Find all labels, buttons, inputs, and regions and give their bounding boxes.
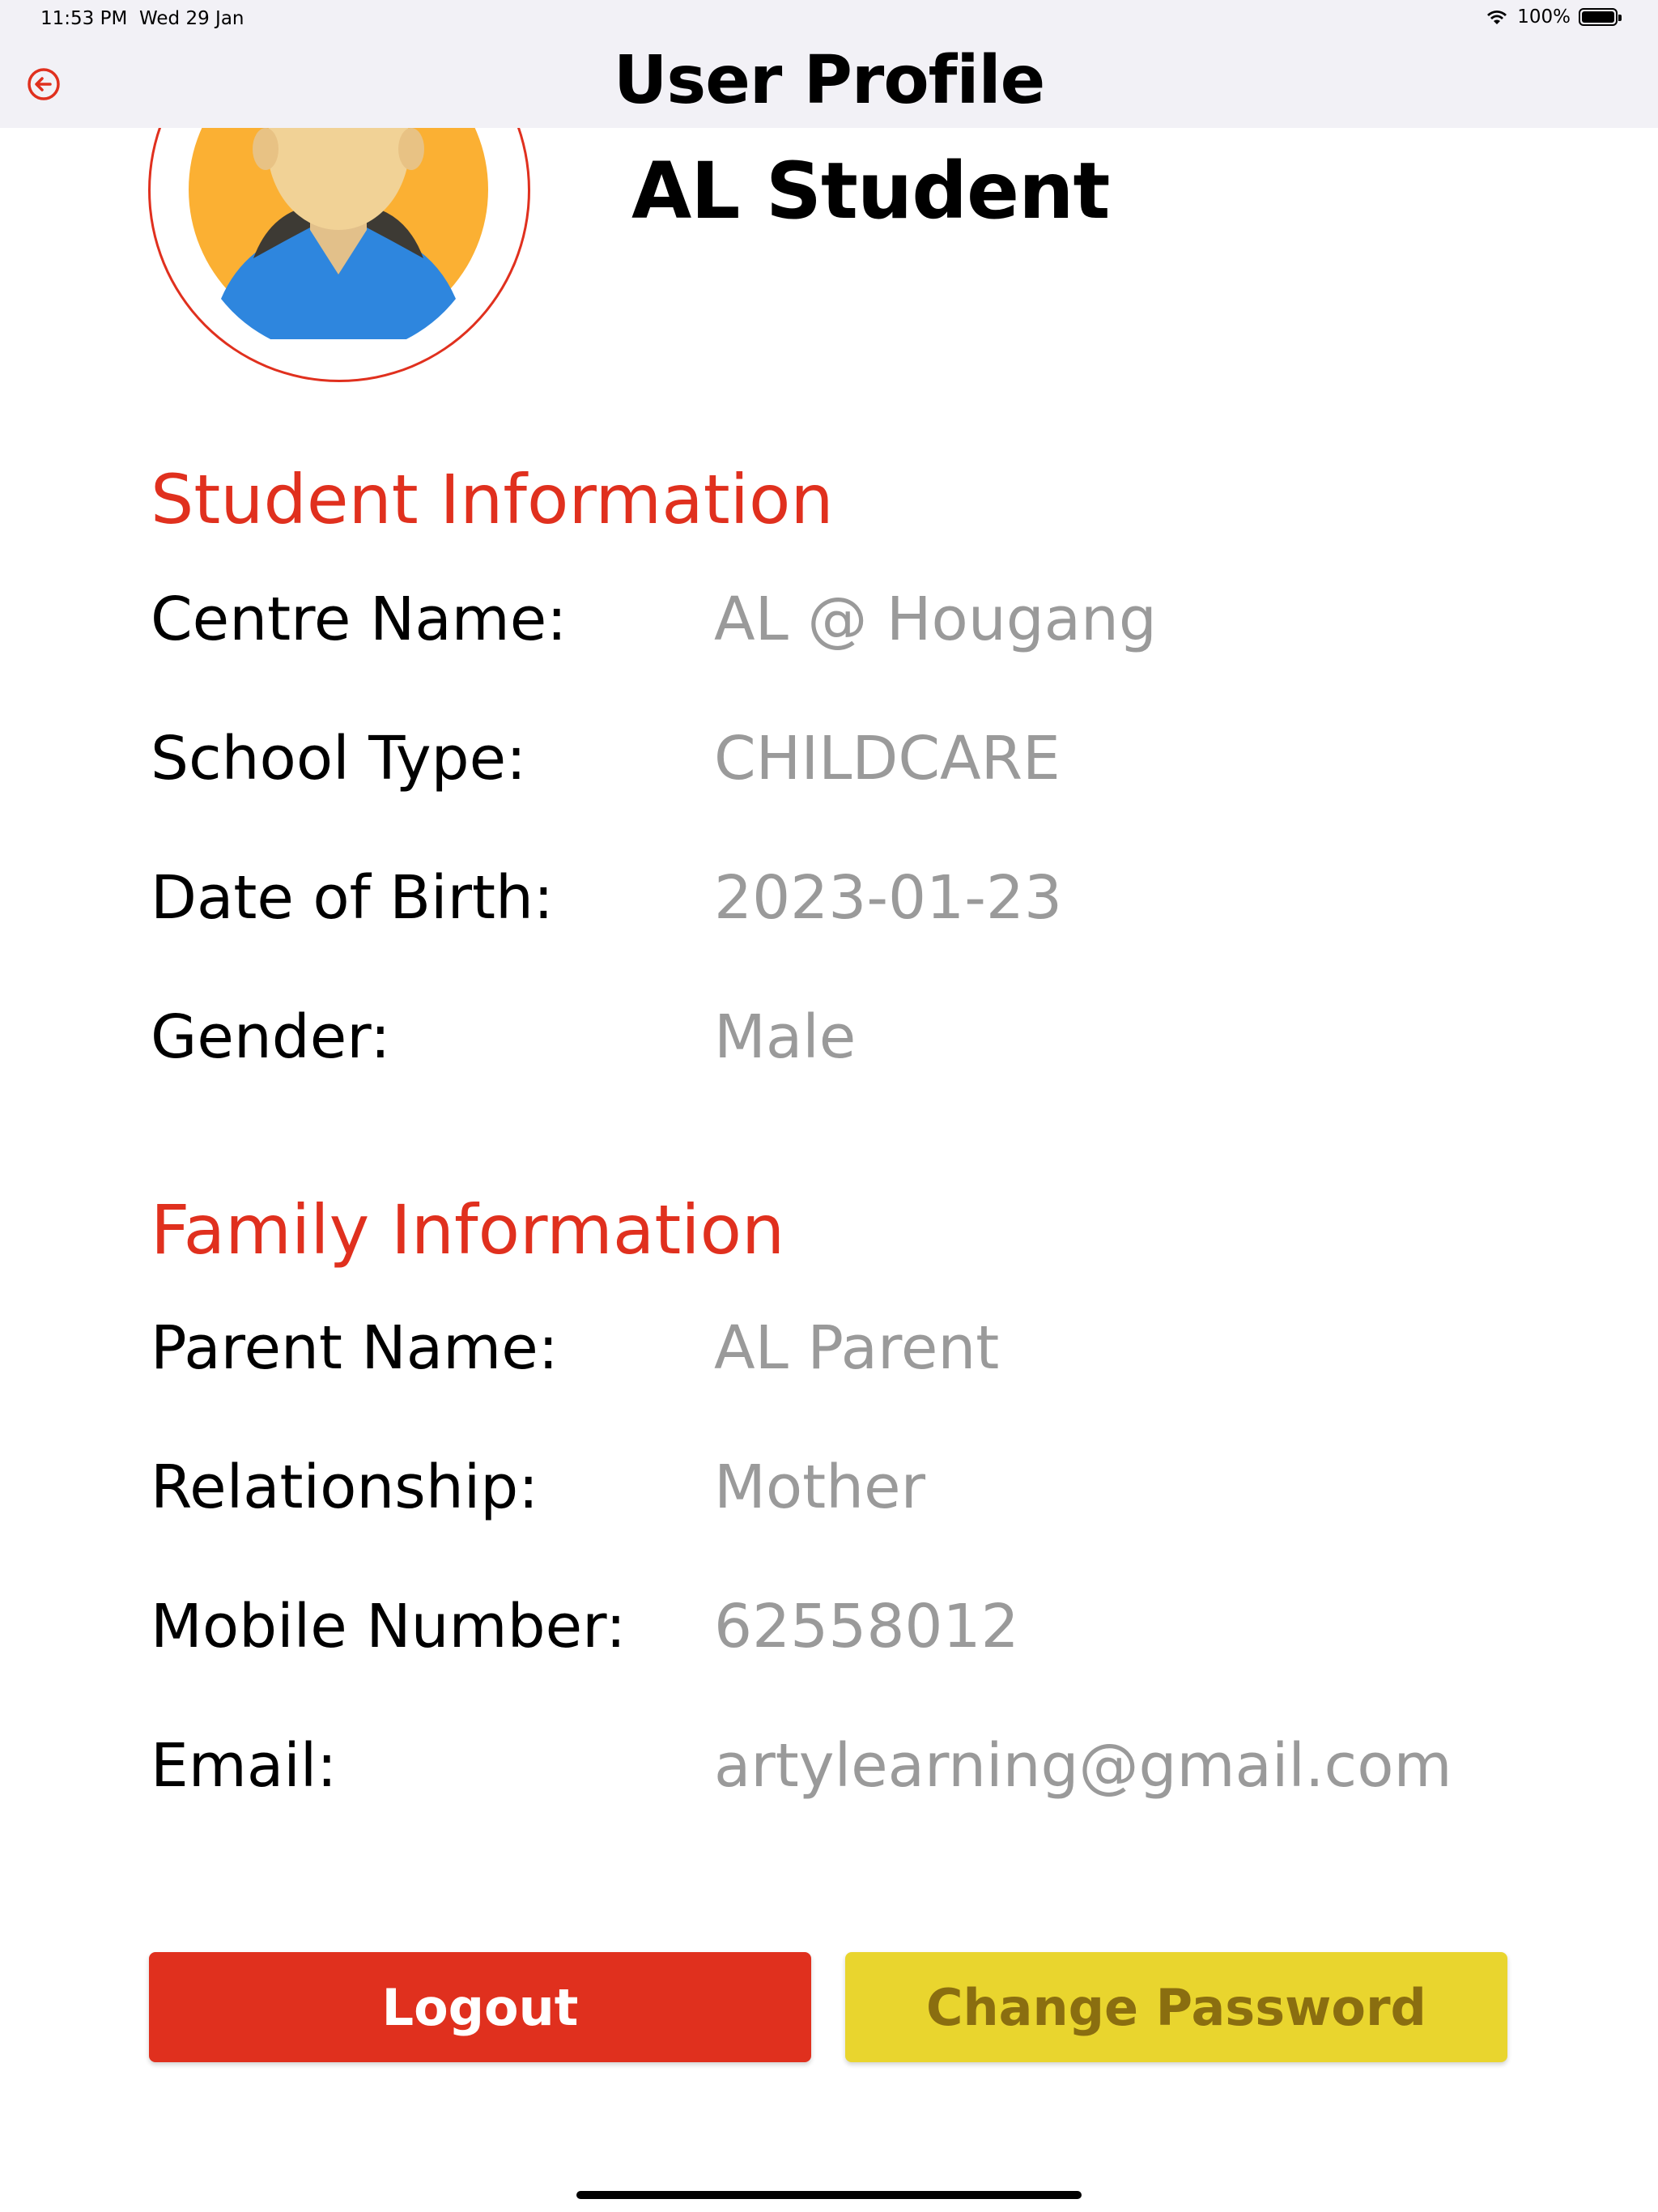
mobile-number-value: 62558012	[714, 1592, 1019, 1661]
centre-name-value: AL @ Hougang	[714, 585, 1157, 654]
status-indicators: 100%	[1485, 6, 1622, 28]
status-time: 11:53 PM	[40, 8, 128, 29]
parent-name-value: AL Parent	[714, 1313, 1000, 1383]
battery-icon	[1579, 8, 1622, 26]
battery-percentage: 100%	[1517, 6, 1571, 28]
student-name: AL Student	[631, 146, 1110, 236]
gender-label: Gender:	[151, 1002, 391, 1072]
email-value: artylearning@gmail.com	[714, 1731, 1452, 1801]
mobile-number-label: Mobile Number:	[151, 1592, 627, 1661]
gender-value: Male	[714, 1002, 857, 1072]
date-of-birth-label: Date of Birth:	[151, 863, 554, 933]
home-indicator[interactable]	[576, 2191, 1082, 2199]
email-label: Email:	[151, 1731, 338, 1801]
status-date: Wed 29 Jan	[139, 8, 244, 29]
user-profile-screen: 11:53 PM Wed 29 Jan 100% User Profile AL…	[0, 0, 1658, 2212]
wifi-icon	[1487, 11, 1507, 24]
family-information-heading: Family Information	[151, 1190, 785, 1270]
school-type-label: School Type:	[151, 724, 527, 793]
page-title: User Profile	[613, 42, 1045, 119]
relationship-label: Relationship:	[151, 1453, 539, 1522]
student-information-heading: Student Information	[151, 460, 834, 539]
navigation-header: 11:53 PM Wed 29 Jan 100% User Profile	[0, 0, 1658, 128]
parent-name-label: Parent Name:	[151, 1313, 559, 1383]
change-password-button[interactable]: Change Password	[845, 1952, 1507, 2062]
centre-name-label: Centre Name:	[151, 585, 568, 654]
relationship-value: Mother	[714, 1453, 925, 1522]
school-type-value: CHILDCARE	[714, 724, 1061, 793]
logout-button[interactable]: Logout	[149, 1952, 811, 2062]
date-of-birth-value: 2023-01-23	[714, 863, 1063, 933]
